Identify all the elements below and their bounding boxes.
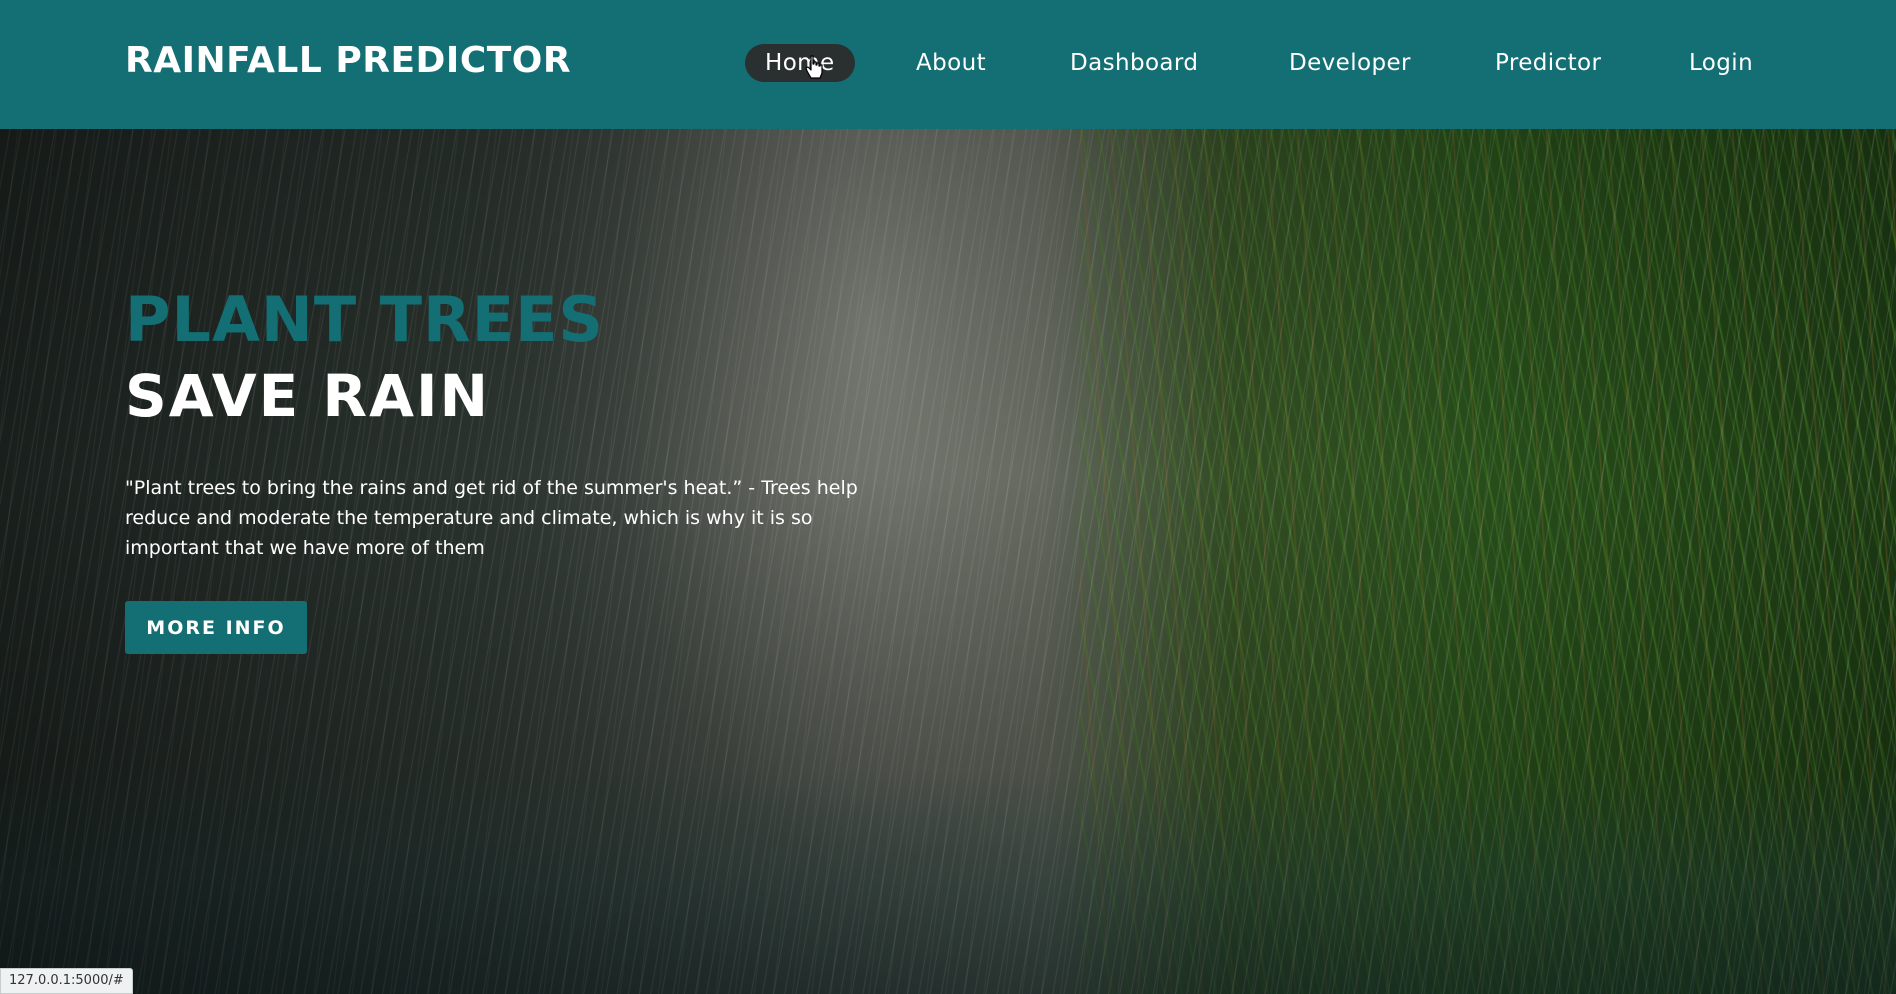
nav-item-home[interactable]: Home <box>745 44 855 82</box>
hand-pointer-icon <box>805 55 823 79</box>
nav-item-login[interactable]: Login <box>1689 44 1753 82</box>
status-bar-url: 127.0.0.1:5000/# <box>0 968 133 994</box>
hero-headline-primary: PLANT TREES <box>125 283 605 356</box>
nav-item-dashboard[interactable]: Dashboard <box>1070 44 1198 82</box>
hero-quote: "Plant trees to bring the rains and get … <box>125 477 858 559</box>
nav-item-predictor[interactable]: Predictor <box>1495 44 1601 82</box>
more-info-button[interactable]: MORE INFO <box>125 601 307 654</box>
brand-title[interactable]: RAINFALL PREDICTOR <box>125 40 571 81</box>
page: RAINFALL PREDICTOR Home About Dashboard … <box>0 0 1896 994</box>
nav-item-developer[interactable]: Developer <box>1289 44 1411 82</box>
top-navbar: RAINFALL PREDICTOR Home About Dashboard … <box>0 0 1896 129</box>
hero-headline-secondary: SAVE RAIN <box>125 362 491 430</box>
nav-item-about[interactable]: About <box>916 44 986 82</box>
